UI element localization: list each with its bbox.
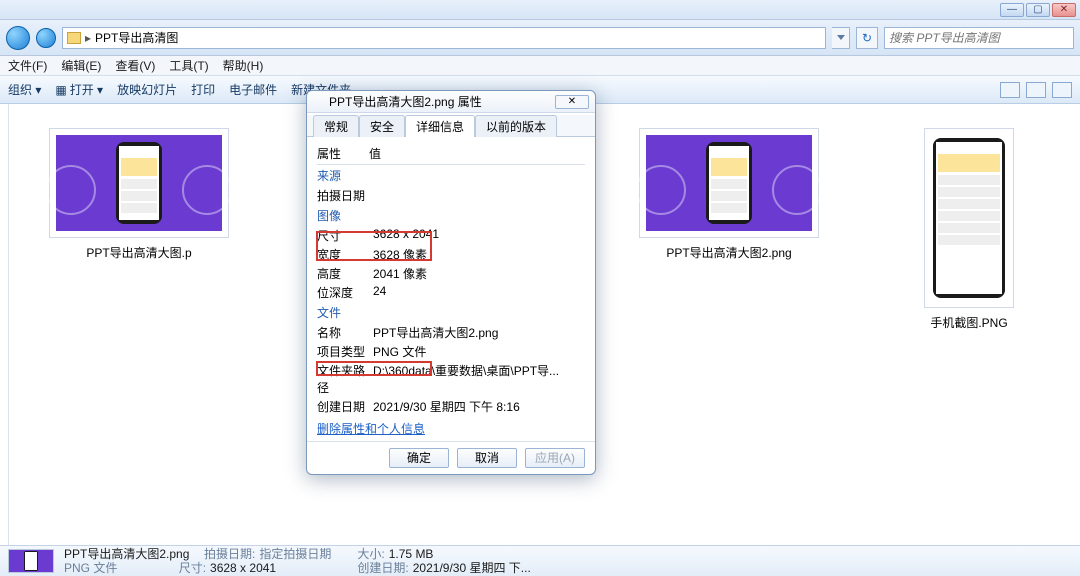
tab-security[interactable]: 安全 [359, 115, 405, 137]
search-input[interactable] [884, 27, 1074, 49]
folder-icon [67, 32, 81, 44]
breadcrumb-sep-icon: ▸ [85, 31, 91, 45]
col-value: 值 [369, 145, 381, 162]
window-titlebar: — ▢ ✕ [0, 0, 1080, 20]
menu-help[interactable]: 帮助(H) [223, 57, 264, 74]
cancel-button[interactable]: 取消 [457, 448, 517, 468]
details-size-val: 1.75 MB [389, 547, 434, 561]
details-shotdate-val[interactable]: 指定拍摄日期 [259, 547, 331, 561]
toolbar-organize[interactable]: 组织 ▾ [8, 81, 41, 98]
prop-key: 名称 [317, 324, 373, 341]
properties-list[interactable]: 属性 值 来源 拍摄日期 图像 尺寸3628 x 2041 宽度3628 像素 高… [307, 137, 595, 416]
window-maximize-button[interactable]: ▢ [1026, 3, 1050, 17]
details-dim-key: 尺寸: [179, 561, 206, 575]
window-minimize-button[interactable]: — [1000, 3, 1024, 17]
menu-file[interactable]: 文件(F) [8, 57, 47, 74]
dialog-title: PPT导出高清大图2.png 属性 [329, 93, 482, 110]
prop-key: 尺寸 [317, 227, 373, 244]
properties-dialog: PPT导出高清大图2.png 属性 ✕ 常规 安全 详细信息 以前的版本 属性 值… [306, 90, 596, 475]
breadcrumb-folder[interactable]: PPT导出高清图 [95, 29, 178, 46]
prop-val: 3628 x 2041 [373, 227, 585, 244]
details-created-key: 创建日期: [357, 561, 408, 575]
preview-pane-button[interactable] [1026, 82, 1046, 98]
tab-versions[interactable]: 以前的版本 [475, 115, 557, 137]
prop-val: PPT导出高清大图2.png [373, 324, 585, 341]
details-size-key: 大小: [357, 547, 384, 561]
nav-forward-button[interactable] [36, 28, 56, 48]
refresh-button[interactable]: ↻ [856, 27, 878, 49]
prop-val: 2021/9/30 星期四 下午 8:16 [373, 398, 585, 415]
prop-key: 拍摄日期 [317, 187, 373, 204]
prop-val: 2041 像素 [373, 265, 585, 282]
file-item[interactable]: PPT导出高清大图2.png [639, 128, 819, 261]
menu-edit[interactable]: 编辑(E) [61, 57, 101, 74]
toolbar-open[interactable]: ▦ 打开 ▾ [55, 81, 103, 98]
details-dim-val: 3628 x 2041 [210, 561, 276, 575]
ok-button[interactable]: 确定 [389, 448, 449, 468]
view-options-button[interactable] [1000, 82, 1020, 98]
dialog-close-button[interactable]: ✕ [555, 95, 589, 109]
navigation-sidebar: 收藏夹 下载 桌面 最近访问的位置 库 视频 图片 文档 迅雷下载 音乐 计算机… [0, 104, 9, 545]
chevron-down-icon [837, 35, 845, 40]
prop-key: 项目类型 [317, 343, 373, 360]
col-property: 属性 [317, 145, 341, 162]
window-close-button[interactable]: ✕ [1052, 3, 1076, 17]
details-created-val: 2021/9/30 星期四 下... [413, 561, 531, 575]
details-shotdate-key: 拍摄日期: [204, 547, 255, 561]
address-bar[interactable]: ▸ PPT导出高清图 [62, 27, 826, 49]
prop-val: D:\360data\重要数据\桌面\PPT导... [373, 362, 585, 396]
prop-key: 文件夹路径 [317, 362, 373, 396]
menu-view[interactable]: 查看(V) [115, 57, 155, 74]
prop-val [373, 187, 585, 204]
toolbar-email[interactable]: 电子邮件 [229, 81, 277, 98]
file-item[interactable]: 手机截图.PNG [879, 128, 1059, 331]
prop-val: 24 [373, 284, 585, 301]
help-button[interactable] [1052, 82, 1072, 98]
details-thumbnail [8, 549, 54, 573]
file-name: PPT导出高清大图2.png [639, 244, 819, 261]
section-origin: 来源 [317, 165, 585, 186]
tab-details[interactable]: 详细信息 [405, 115, 475, 137]
apply-button[interactable]: 应用(A) [525, 448, 585, 468]
dialog-tabs: 常规 安全 详细信息 以前的版本 [307, 115, 595, 137]
prop-key: 高度 [317, 265, 373, 282]
section-file: 文件 [317, 302, 585, 323]
address-dropdown-button[interactable] [832, 27, 850, 49]
prop-val: PNG 文件 [373, 343, 585, 360]
toolbar-slideshow[interactable]: 放映幻灯片 [117, 81, 177, 98]
prop-key: 创建日期 [317, 398, 373, 415]
navigation-bar: ▸ PPT导出高清图 ↻ [0, 20, 1080, 56]
file-name: PPT导出高清大图.p [49, 244, 229, 261]
details-pane: PPT导出高清大图2.png 拍摄日期: 指定拍摄日期 PNG 文件 尺寸: 3… [0, 545, 1080, 576]
nav-back-button[interactable] [6, 26, 30, 50]
menu-tools[interactable]: 工具(T) [169, 57, 208, 74]
menu-bar: 文件(F) 编辑(E) 查看(V) 工具(T) 帮助(H) [0, 56, 1080, 76]
prop-key: 宽度 [317, 246, 373, 263]
section-image: 图像 [317, 205, 585, 226]
file-name: 手机截图.PNG [879, 314, 1059, 331]
image-icon [313, 97, 325, 107]
toolbar-print[interactable]: 打印 [191, 81, 215, 98]
file-item[interactable]: PPT导出高清大图.p [49, 128, 229, 261]
prop-key: 位深度 [317, 284, 373, 301]
remove-properties-link[interactable]: 删除属性和个人信息 [307, 416, 595, 441]
tab-general[interactable]: 常规 [313, 115, 359, 137]
details-filename: PPT导出高清大图2.png [64, 547, 189, 561]
prop-val: 3628 像素 [373, 246, 585, 263]
details-type: PNG 文件 [64, 561, 117, 575]
